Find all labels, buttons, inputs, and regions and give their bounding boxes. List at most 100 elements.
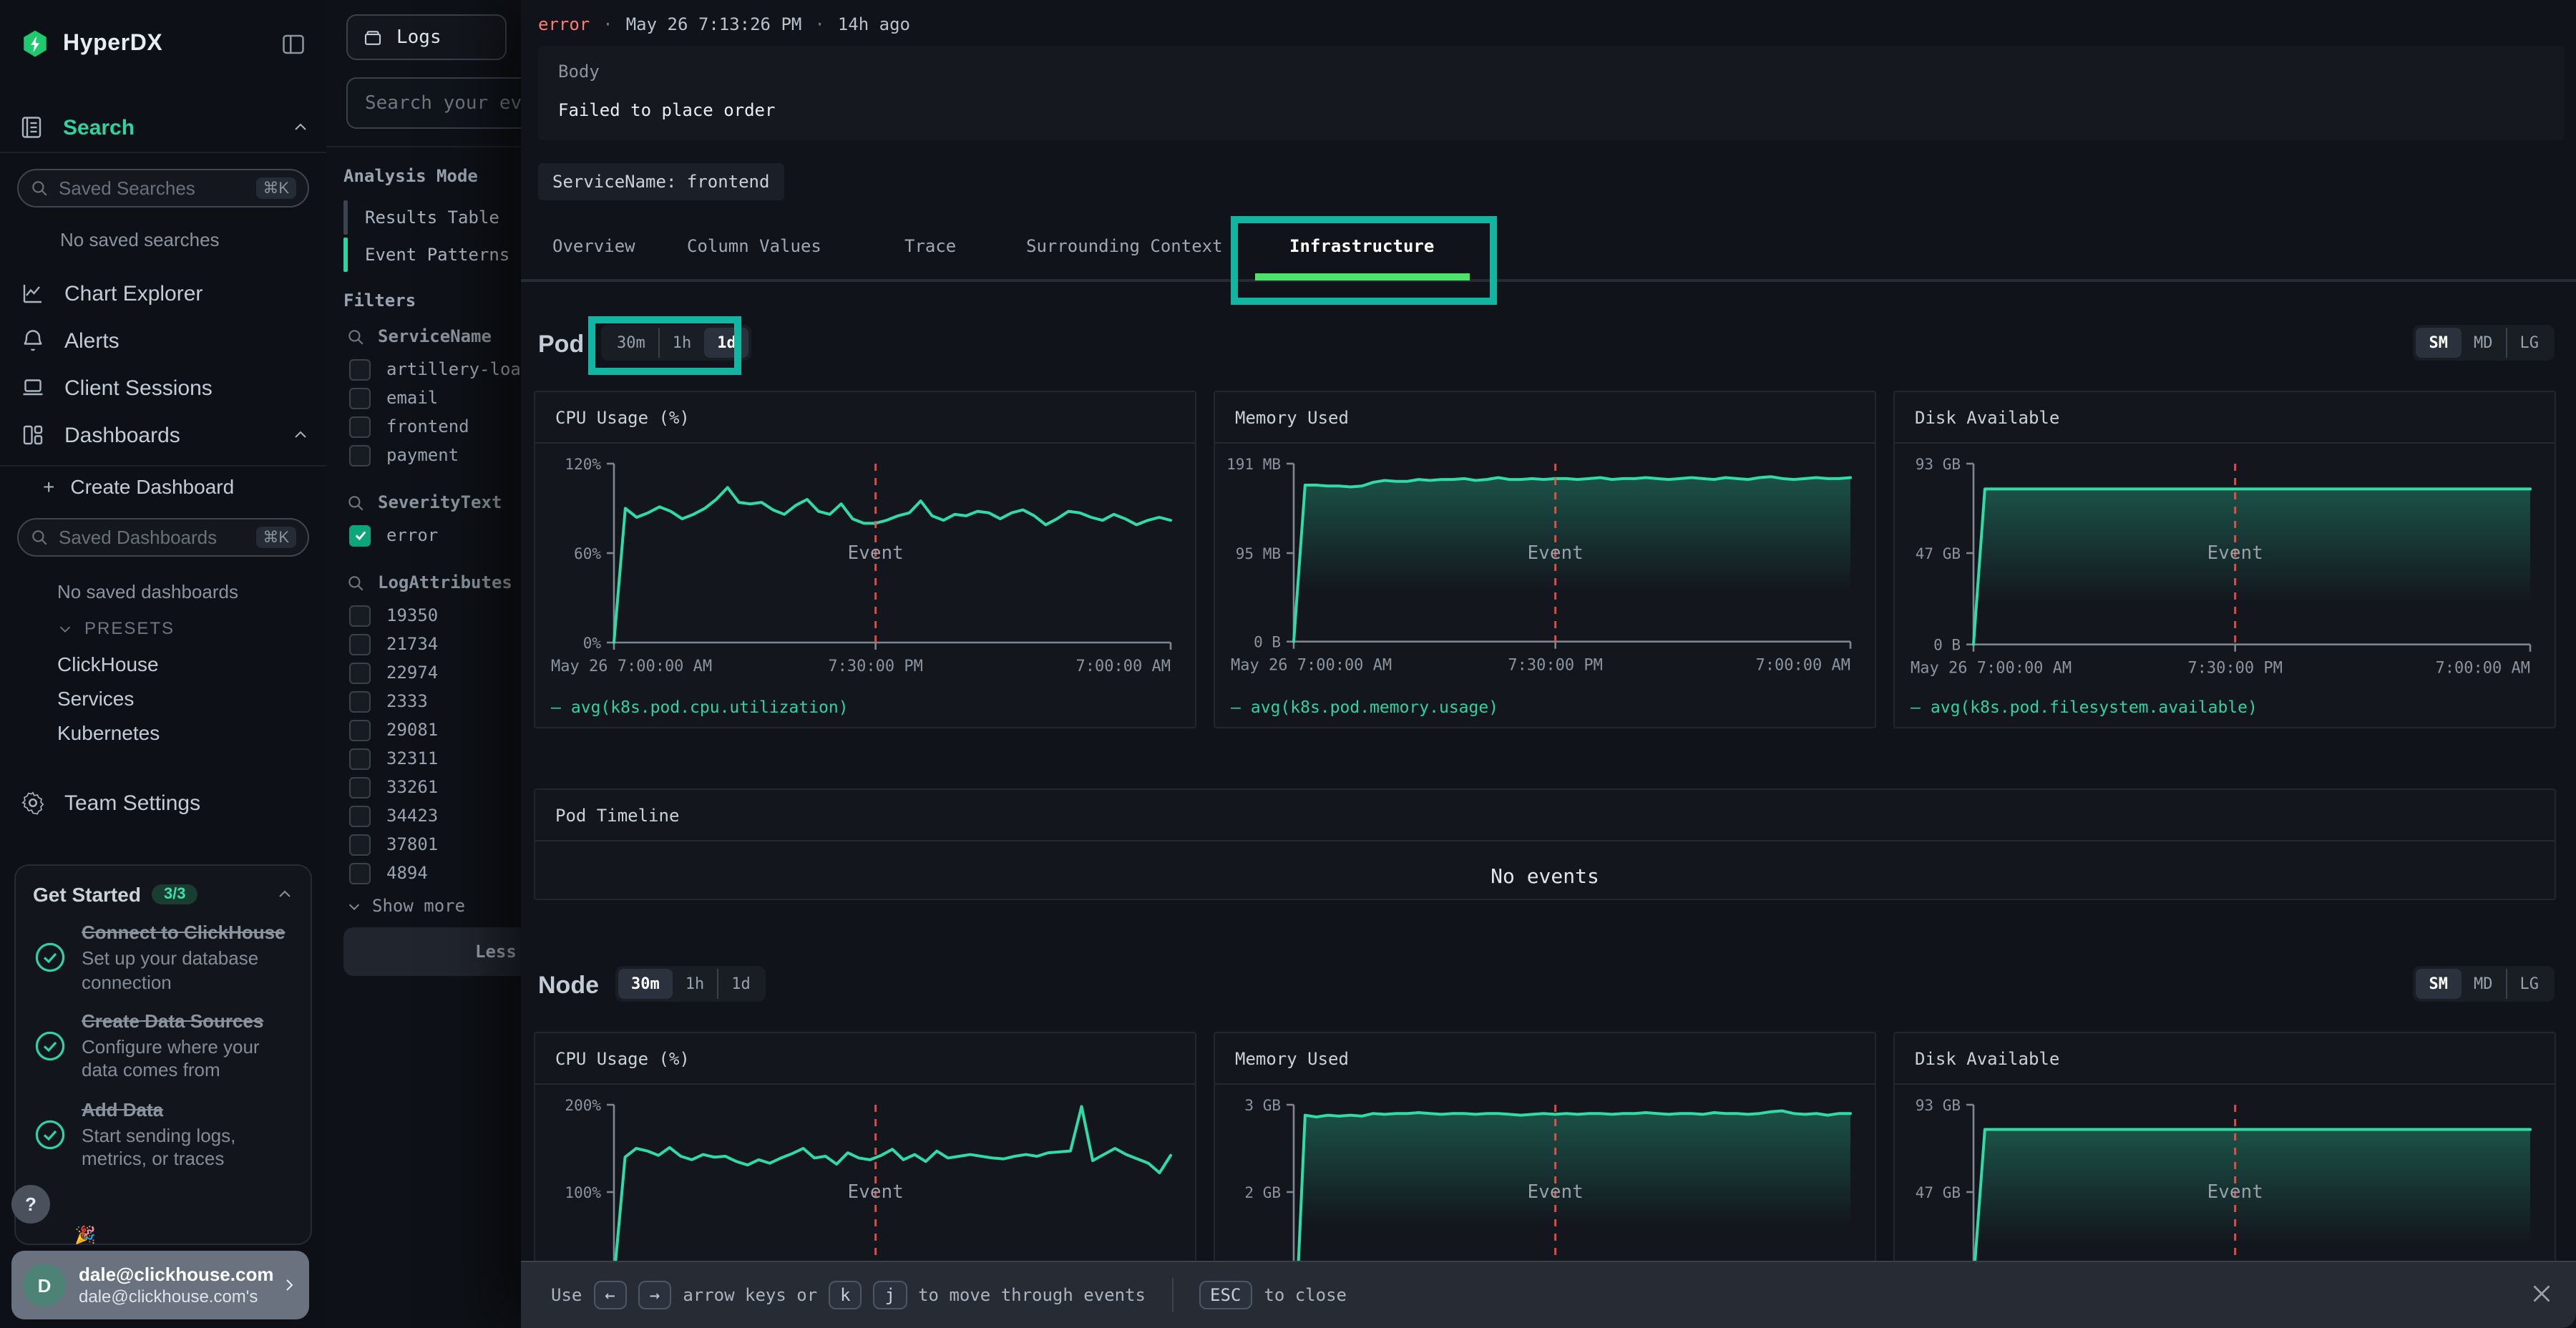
filter-option[interactable]: 29081 [349,716,521,744]
filter-option[interactable]: 4894 [349,859,521,887]
sidebar-item-alerts[interactable]: Alerts [20,328,309,353]
node-size-md[interactable]: MD [2461,969,2506,999]
tab-column-values[interactable]: Column Values [687,215,821,278]
search-icon [30,528,49,547]
pod-cpu-chart[interactable]: 120%60%0%May 26 7:00:00 AM7:30:00 PM7:00… [548,444,1182,690]
less-filters-button[interactable]: Less filters [343,927,521,976]
saved-searches-input[interactable]: Saved Searches ⌘K [17,169,309,208]
mode-event-patterns[interactable]: Event Patterns [343,238,509,272]
tab-infrastructure[interactable]: Infrastructure [1289,215,1434,278]
filter-option[interactable]: 22974 [349,658,521,687]
presets-label: PRESETS [84,618,175,638]
tabs-divider [521,279,2576,282]
check-icon [353,528,367,542]
svg-text:May 26 7:00:00 AM: May 26 7:00:00 AM [1231,657,1392,675]
checkbox[interactable] [349,776,371,798]
checkbox[interactable] [349,387,371,409]
pod-size-lg[interactable]: LG [2506,328,2552,358]
mode-results-table[interactable]: Results Table [343,200,509,235]
checkbox[interactable] [349,719,371,741]
filter-option[interactable]: 33261 [349,773,521,801]
event-search-input[interactable]: Search your ev [346,77,521,129]
user-menu[interactable]: D dale@clickhouse.com dale@clickhouse.co… [11,1251,309,1319]
service-name-chip[interactable]: ServiceName: frontend [538,163,784,200]
checkbox[interactable] [349,416,371,437]
pod-timeline-empty-text: No events [535,841,2555,889]
preset-kubernetes[interactable]: Kubernetes [57,721,160,744]
pod-range-30m[interactable]: 30m [604,328,658,358]
checkbox[interactable] [349,690,371,712]
user-subtitle: dale@clickhouse.com's [79,1286,268,1307]
preset-clickhouse[interactable]: ClickHouse [57,653,159,675]
checkbox[interactable] [349,358,371,380]
filter-option[interactable]: 19350 [349,601,521,630]
get-started-step[interactable]: Connect to ClickHouse Set up your databa… [33,922,293,995]
sidebar-item-client-sessions[interactable]: Client Sessions [20,375,309,401]
node-range-1d[interactable]: 1d [717,969,763,999]
checkbox[interactable] [349,633,371,655]
sidebar-item-dashboards[interactable]: Dashboards [20,422,309,448]
svg-text:95 MB: 95 MB [1236,545,1281,562]
node-range-1h[interactable]: 1h [673,969,718,999]
pod-size-md[interactable]: MD [2461,328,2506,358]
filter-group-name: ServiceName [378,326,492,346]
help-button[interactable]: ? [11,1185,50,1224]
filter-option[interactable]: 37801 [349,830,521,859]
saved-dashboards-input[interactable]: Saved Dashboards ⌘K [17,518,309,557]
chevron-up-icon[interactable] [276,886,293,903]
svg-text:120%: 120% [565,456,601,473]
tab-overview[interactable]: Overview [552,215,635,278]
checkbox[interactable] [349,862,371,884]
chart-title: Memory Used [1215,1033,1875,1085]
pod-cpu-chart-card: CPU Usage (%) 120%60%0%May 26 7:00:00 AM… [534,391,1196,728]
get-started-step[interactable]: Add Data Start sending logs, metrics, or… [33,1098,293,1171]
sidebar-item-search[interactable]: Search [19,114,309,140]
pod-memory-chart[interactable]: 191 MB95 MB0 BMay 26 7:00:00 AM7:30:00 P… [1228,444,1862,690]
source-selector-label: Logs [396,26,441,48]
filter-option[interactable]: payment [349,441,521,469]
node-range-30m[interactable]: 30m [618,969,673,999]
pod-range-1d[interactable]: 1d [704,328,749,358]
node-section-title: Node [538,972,599,1000]
sidebar-item-chart-explorer[interactable]: Chart Explorer [20,280,309,306]
filter-option[interactable]: error [349,521,521,550]
pod-range-1h[interactable]: 1h [658,328,705,358]
preset-services[interactable]: Services [57,687,134,710]
filter-option[interactable]: 32311 [349,744,521,773]
collapse-sidebar-icon[interactable] [280,31,306,64]
filter-option[interactable]: 2333 [349,687,521,716]
checkbox[interactable] [349,662,371,683]
checkbox[interactable] [349,805,371,826]
show-more-button[interactable]: Show more [346,896,521,916]
svg-text:200%: 200% [565,1097,601,1114]
checkbox[interactable] [349,834,371,855]
close-icon[interactable] [2529,1281,2555,1307]
checkbox[interactable] [349,524,371,546]
sidebar-item-team-settings[interactable]: Team Settings [20,790,309,816]
no-saved-dashboards-text: No saved dashboards [57,581,238,602]
svg-text:3 GB: 3 GB [1244,1097,1281,1114]
k-key: k [829,1281,862,1309]
app: HyperDX Search Saved Searches ⌘K No save… [0,0,2576,1328]
pod-size-sm[interactable]: SM [2416,328,2462,358]
get-started-step[interactable]: Create Data Sources Configure where your… [33,1010,293,1083]
filter-option[interactable]: artillery-loa [349,355,521,384]
presets-toggle[interactable]: PRESETS [57,618,175,638]
filter-option[interactable]: 21734 [349,630,521,658]
node-size-sm[interactable]: SM [2416,969,2462,999]
pod-disk-chart[interactable]: 93 GB47 GB0 BMay 26 7:00:00 AM7:30:00 PM… [1908,444,2542,690]
filter-option[interactable]: email [349,384,521,412]
checkbox[interactable] [349,748,371,769]
promo-emoji: 🎉 [74,1225,96,1245]
event-relative-time: 14h ago [838,14,910,34]
create-dashboard-button[interactable]: + Create Dashboard [43,475,234,498]
checkbox[interactable] [349,444,371,466]
tab-surrounding-context[interactable]: Surrounding Context [1026,215,1223,278]
search-icon [346,327,365,346]
checkbox[interactable] [349,605,371,626]
filter-option[interactable]: frontend [349,412,521,441]
tab-trace[interactable]: Trace [904,215,956,278]
source-selector-button[interactable]: Logs [346,14,507,60]
filter-option[interactable]: 34423 [349,801,521,830]
node-size-lg[interactable]: LG [2506,969,2552,999]
